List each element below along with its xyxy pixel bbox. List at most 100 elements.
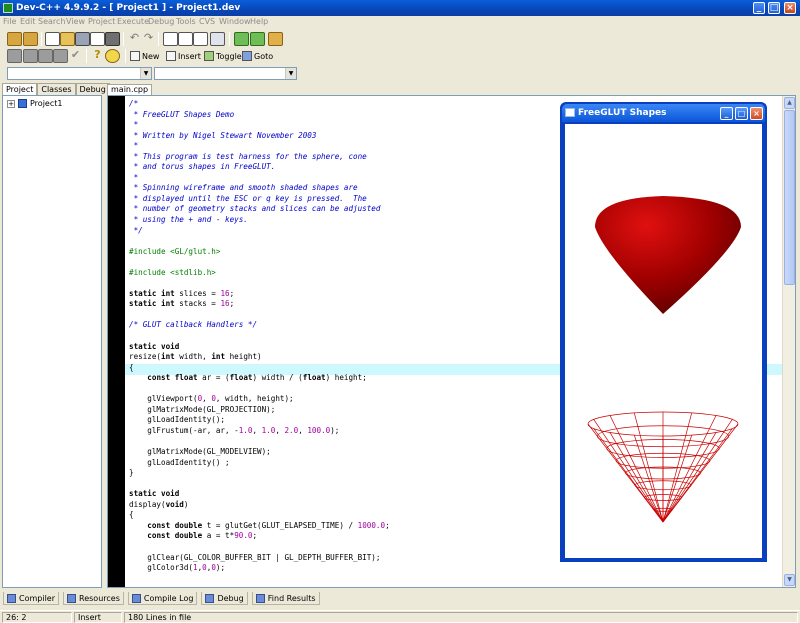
help-icon[interactable]: ? [90,49,105,63]
tab-compiler[interactable]: Compiler [3,592,60,605]
tab-debug-output[interactable]: Debug [201,592,248,605]
code-line[interactable]: * number of geometry stacks and slices c… [129,204,390,215]
menu-search[interactable]: Search [38,17,65,26]
freeglut-minimize-button[interactable]: _ [720,107,733,120]
compile-icon[interactable] [7,49,22,63]
expand-icon[interactable]: + [7,99,15,108]
code-line[interactable] [129,257,390,268]
code-line[interactable]: resize(int width, int height) [129,352,390,363]
code-line[interactable] [129,236,390,247]
code-line[interactable] [129,278,390,289]
rebuild-icon[interactable] [53,49,68,63]
find-icon[interactable] [163,32,178,46]
code-text[interactable]: /* * FreeGLUT Shapes Demo * * Written by… [129,99,390,574]
code-line[interactable]: } [129,468,390,479]
tab-resources[interactable]: Resources [63,592,124,605]
member-combo[interactable]: ▼ [154,67,297,80]
run-icon[interactable] [23,49,38,63]
code-line[interactable]: glFrustum(-ar, ar, -1.0, 1.0, 2.0, 100.0… [129,426,390,437]
remove-from-project-icon[interactable] [250,32,265,46]
freeglut-close-button[interactable]: × [750,107,763,120]
close-file-icon[interactable] [90,32,105,46]
code-line[interactable]: const double a = t*90.0; [129,531,390,542]
tab-find-results[interactable]: Find Results [251,592,320,605]
code-line[interactable] [129,437,390,448]
minimize-button[interactable]: _ [753,2,765,14]
code-line[interactable]: #include <GL/glut.h> [129,247,390,258]
menu-debug[interactable]: Debug [148,17,174,26]
menu-help[interactable]: Help [250,17,268,26]
code-line[interactable]: display(void) [129,500,390,511]
goto-button[interactable]: Goto [242,49,273,63]
class-combo[interactable]: ▼ [7,67,152,80]
undo-icon[interactable]: ↶ [127,32,142,46]
project-icon[interactable] [7,32,22,46]
scroll-down-icon[interactable]: ▼ [784,574,795,586]
menu-execute[interactable]: Execute [117,17,149,26]
opengl-canvas[interactable] [565,124,762,558]
code-line[interactable]: * Written by Nigel Stewart November 2003 [129,131,390,142]
code-line[interactable]: * [129,141,390,152]
about-icon[interactable] [105,49,120,63]
class-browser-icon[interactable] [23,32,38,46]
tab-main-cpp[interactable]: main.cpp [107,84,153,95]
code-line[interactable]: glMatrixMode(GL_PROJECTION); [129,405,390,416]
code-line[interactable]: glMatrixMode(GL_MODELVIEW); [129,447,390,458]
code-line[interactable] [129,310,390,321]
close-button[interactable]: × [784,2,796,14]
menu-edit[interactable]: Edit [20,17,36,26]
tab-project[interactable]: Project [2,83,38,95]
code-line[interactable]: static void [129,489,390,500]
code-line[interactable]: const float ar = (float) width / (float)… [129,373,390,384]
code-line[interactable]: static void [129,342,390,353]
check-icon[interactable]: ✔ [68,49,83,63]
code-line[interactable]: static int slices = 16; [129,289,390,300]
code-line[interactable]: { [129,510,390,521]
code-line[interactable]: /* GLUT callback Handlers */ [129,320,390,331]
scrollbar-thumb[interactable] [784,110,795,285]
code-line[interactable]: */ [129,226,390,237]
menu-window[interactable]: Window [219,17,251,26]
code-line[interactable]: glLoadIdentity() ; [129,458,390,469]
code-line[interactable] [129,331,390,342]
menu-tools[interactable]: Tools [176,17,196,26]
save-icon[interactable] [75,32,90,46]
code-line[interactable]: static int stacks = 16; [129,299,390,310]
menu-file[interactable]: File [3,17,16,26]
code-line[interactable]: * and torus shapes in FreeGLUT. [129,162,390,173]
code-line[interactable]: glClear(GL_COLOR_BUFFER_BIT | GL_DEPTH_B… [129,553,390,564]
scroll-up-icon[interactable]: ▲ [784,97,795,109]
code-line[interactable]: * FreeGLUT Shapes Demo [129,110,390,121]
compile-run-icon[interactable] [38,49,53,63]
add-to-project-icon[interactable] [234,32,249,46]
code-line[interactable]: const double t = glutGet(GLUT_ELAPSED_TI… [129,521,389,532]
tab-compile-log[interactable]: Compile Log [127,592,198,605]
menu-cvs[interactable]: CVS [199,17,215,26]
code-line[interactable]: glViewport(0, 0, width, height); [129,394,390,405]
freeglut-title-bar[interactable]: FreeGLUT Shapes _ □ × [562,104,765,122]
code-line[interactable]: glLoadIdentity(); [129,415,390,426]
code-line[interactable]: * [129,173,390,184]
new-button[interactable]: New [130,49,159,63]
code-line[interactable]: #include <stdlib.h> [129,268,390,279]
code-line[interactable]: * [129,120,390,131]
code-line[interactable] [129,479,390,490]
insert-button[interactable]: Insert [166,49,201,63]
print-icon[interactable] [105,32,120,46]
toggle-button[interactable]: Toggle [204,49,242,63]
tree-node-project1[interactable]: + Project1 [7,99,62,108]
redo-icon[interactable]: ↷ [141,32,156,46]
vertical-scrollbar[interactable]: ▲ ▼ [782,96,795,587]
code-line[interactable]: * This program is test harness for the s… [129,152,390,163]
code-line[interactable]: /* [129,99,390,110]
freeglut-window[interactable]: FreeGLUT Shapes _ □ × [560,102,767,562]
code-line[interactable]: * using the + and - keys. [129,215,390,226]
tab-debug[interactable]: Debug [75,83,110,95]
menu-view[interactable]: View [66,17,85,26]
project-options-icon[interactable] [268,32,283,46]
goto-line-icon[interactable] [210,32,225,46]
code-line[interactable] [129,384,390,395]
freeglut-maximize-button[interactable]: □ [735,107,748,120]
maximize-button[interactable]: □ [768,2,780,14]
chevron-down-icon[interactable]: ▼ [285,68,296,79]
